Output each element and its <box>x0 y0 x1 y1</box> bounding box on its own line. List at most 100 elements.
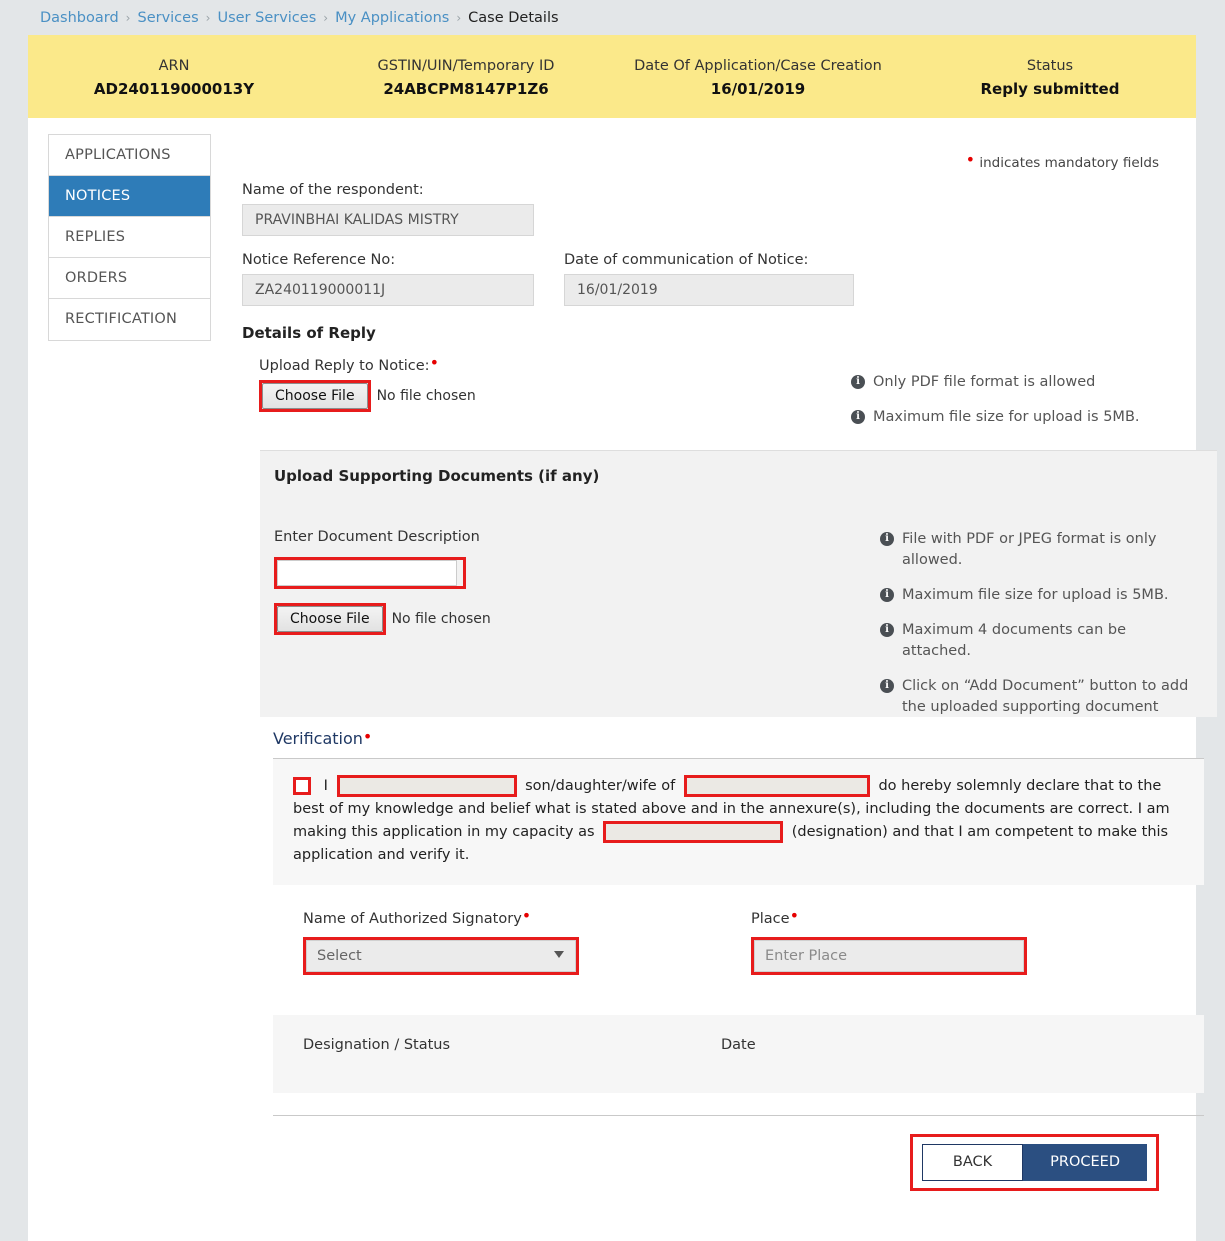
proceed-button[interactable]: PROCEED <box>1023 1144 1147 1181</box>
supporting-documents-heading: Upload Supporting Documents (if any) <box>274 467 600 485</box>
declaration-text-1: I <box>323 778 328 794</box>
form-actions: BACK PROCEED <box>231 1134 1181 1191</box>
supporting-note-text: Maximum 4 documents can be attached. <box>902 622 1126 659</box>
case-details-page: Dashboard › Services › User Services › M… <box>0 0 1225 1241</box>
breadcrumb-separator-icon: › <box>456 10 462 25</box>
place-label-text: Place <box>751 911 790 927</box>
notice-communication-date-field: 16/01/2019 <box>564 274 854 306</box>
document-description-input[interactable] <box>277 560 457 586</box>
signatory-select[interactable]: Select <box>306 940 576 972</box>
info-icon: i <box>880 532 894 546</box>
notice-reference-field: ZA240119000011J <box>242 274 534 306</box>
respondent-label: Name of the respondent: <box>242 182 424 198</box>
capacity-designation-input[interactable] <box>603 821 784 843</box>
verification-declaration: I son/daughter/wife of do hereby solemnl… <box>273 759 1204 885</box>
upload-reply-highlight: Choose File <box>259 380 371 412</box>
actions-highlight: BACK PROCEED <box>909 1134 1159 1191</box>
banner-label-arn: ARN <box>158 57 190 74</box>
info-icon: i <box>851 375 865 389</box>
breadcrumb-separator-icon: › <box>205 10 211 25</box>
verification-heading-text: Verification <box>273 729 363 748</box>
breadcrumb: Dashboard › Services › User Services › M… <box>0 0 1225 35</box>
mandatory-dot-icon: • <box>789 906 799 925</box>
breadcrumb-item-case-details: Case Details <box>468 9 559 26</box>
case-summary-banner: ARN AD240119000013Y GSTIN/UIN/Temporary … <box>28 35 1196 118</box>
respondent-name-field: PRAVINBHAI KALIDAS MISTRY <box>242 204 534 236</box>
banner-value-arn: AD240119000013Y <box>93 79 255 98</box>
mandatory-dot-icon: • <box>362 727 373 746</box>
supporting-documents-notes: i File with PDF or JPEG format is only a… <box>880 529 1217 732</box>
banner-label-gstin: GSTIN/UIN/Temporary ID <box>377 57 555 74</box>
content-panel: APPLICATIONS NOTICES REPLIES ORDERS RECT… <box>28 118 1217 1241</box>
supporting-note-item: i Maximum 4 documents can be attached. <box>880 620 1192 662</box>
reply-note-text: Only PDF file format is allowed <box>873 374 1096 390</box>
actions-divider <box>273 1115 1204 1116</box>
reply-note-item: i Only PDF file format is allowed <box>851 372 1181 393</box>
back-button[interactable]: BACK <box>921 1144 1024 1181</box>
notice-communication-date-label: Date of communication of Notice: <box>564 252 809 268</box>
reply-form: • indicates mandatory fields Name of the… <box>231 134 1217 1191</box>
status-badge: Reply submitted <box>980 79 1120 98</box>
supporting-note-text: File with PDF or JPEG format is only all… <box>902 531 1157 568</box>
banner-cell-arn: ARN AD240119000013Y <box>28 35 320 118</box>
info-icon: i <box>880 588 894 602</box>
designation-status-label: Designation / Status <box>303 1037 451 1053</box>
breadcrumb-item-dashboard[interactable]: Dashboard <box>40 10 119 26</box>
details-of-reply-heading: Details of Reply <box>242 324 376 342</box>
reply-upload-notes: i Only PDF file format is allowed i Maxi… <box>851 358 1181 442</box>
info-icon: i <box>851 410 865 424</box>
sidebar-item-orders[interactable]: ORDERS <box>49 258 210 299</box>
upload-reply-label: Upload Reply to Notice:• <box>259 355 851 375</box>
supporting-note-item: i Click on “Add Document” button to add … <box>880 676 1192 718</box>
breadcrumb-item-user-services[interactable]: User Services <box>217 10 316 26</box>
supporting-file-status: No file chosen <box>391 611 491 627</box>
banner-cell-date: Date Of Application/Case Creation 16/01/… <box>612 35 904 118</box>
supporting-note-text: Click on “Add Document” button to add th… <box>902 678 1189 715</box>
banner-cell-gstin: GSTIN/UIN/Temporary ID 24ABCPM8147P1Z6 <box>320 35 612 118</box>
supporting-note-text: Maximum file size for upload is 5MB. <box>902 587 1169 603</box>
sidebar-item-replies[interactable]: REPLIES <box>49 217 210 258</box>
breadcrumb-separator-icon: › <box>323 10 329 25</box>
reply-note-text: Maximum file size for upload is 5MB. <box>873 409 1140 425</box>
declaration-text-2: son/daughter/wife of <box>525 778 676 794</box>
sidebar-nav: APPLICATIONS NOTICES REPLIES ORDERS RECT… <box>48 134 211 341</box>
supporting-choose-file-highlight: Choose File <box>274 603 386 635</box>
place-input-highlight <box>751 937 1027 975</box>
info-icon: i <box>880 623 894 637</box>
banner-cell-status: Status Reply submitted <box>904 35 1196 118</box>
info-icon: i <box>880 679 894 693</box>
supporting-note-item: i Maximum file size for upload is 5MB. <box>880 585 1192 606</box>
reply-note-item: i Maximum file size for upload is 5MB. <box>851 407 1181 428</box>
sidebar-item-notices[interactable]: NOTICES <box>49 176 210 217</box>
notice-reference-label: Notice Reference No: <box>242 252 396 268</box>
signatory-label-text: Name of Authorized Signatory <box>303 911 522 927</box>
breadcrumb-separator-icon: › <box>125 10 131 25</box>
date-label: Date <box>721 1037 756 1053</box>
breadcrumb-item-services[interactable]: Services <box>137 10 198 26</box>
banner-value-date: 16/01/2019 <box>710 79 806 98</box>
declarant-name-input[interactable] <box>336 775 517 797</box>
mandatory-dot-icon: • <box>429 353 439 372</box>
breadcrumb-item-my-applications[interactable]: My Applications <box>335 10 449 26</box>
supporting-choose-file-button[interactable]: Choose File <box>277 606 383 632</box>
upload-reply-label-text: Upload Reply to Notice: <box>259 358 430 374</box>
banner-label-status: Status <box>1026 57 1074 74</box>
upload-reply-file-status: No file chosen <box>376 388 476 404</box>
sidebar-item-applications[interactable]: APPLICATIONS <box>49 135 210 176</box>
supporting-note-item: i File with PDF or JPEG format is only a… <box>880 529 1192 571</box>
place-input[interactable] <box>754 940 1024 972</box>
mandatory-dot-icon: • <box>521 906 532 925</box>
document-description-highlight <box>274 557 466 589</box>
supporting-documents-panel: Upload Supporting Documents (if any) Ent… <box>260 450 1217 717</box>
place-label: Place• <box>751 908 1027 928</box>
sidebar-item-rectification[interactable]: RECTIFICATION <box>49 299 210 340</box>
banner-label-date: Date Of Application/Case Creation <box>634 57 882 74</box>
mandatory-fields-note: • indicates mandatory fields <box>231 134 1181 172</box>
signatory-select-highlight: Select <box>303 937 579 975</box>
mandatory-fields-note-text: indicates mandatory fields <box>979 155 1159 171</box>
signatory-label: Name of Authorized Signatory• <box>303 908 751 928</box>
relation-name-input[interactable] <box>683 775 870 797</box>
upload-reply-choose-file-button[interactable]: Choose File <box>262 383 368 409</box>
banner-value-gstin: 24ABCPM8147P1Z6 <box>383 79 549 98</box>
verification-checkbox[interactable] <box>293 777 311 795</box>
